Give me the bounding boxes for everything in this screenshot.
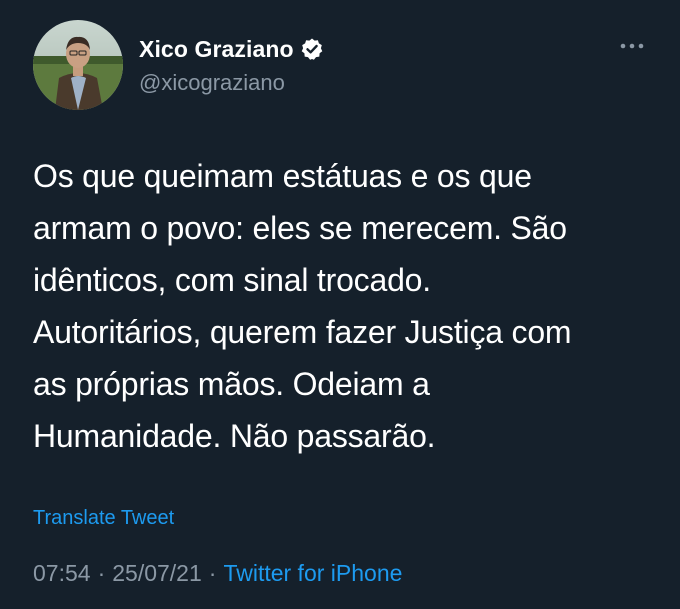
tweet-source-link[interactable]: Twitter for iPhone <box>223 560 402 587</box>
tweet-text-line: idênticos, com sinal trocado. <box>33 262 431 298</box>
tweet-text-line: Humanidade. Não passarão. <box>33 418 436 454</box>
tweet-time[interactable]: 07:54 <box>33 560 91 587</box>
author-handle[interactable]: @xicograziano <box>139 70 285 96</box>
translate-tweet-link[interactable]: Translate Tweet <box>33 507 174 530</box>
avatar[interactable] <box>33 20 123 110</box>
verified-badge-icon <box>300 37 324 61</box>
tweet-text-line: Os que queimam estátuas e os que <box>33 158 532 194</box>
tweet-metadata: 07:54 · 25/07/21 · Twitter for iPhone <box>33 560 402 587</box>
more-options-icon[interactable] <box>617 36 647 56</box>
metadata-separator: · <box>208 560 217 586</box>
tweet-text-line: armam o povo: eles se merecem. São <box>33 210 567 246</box>
author-name-row[interactable]: Xico Graziano <box>139 34 324 64</box>
metadata-separator: · <box>97 560 106 586</box>
author-display-name[interactable]: Xico Graziano <box>139 36 294 63</box>
tweet-card: Xico Graziano @xicograziano Os que queim… <box>0 0 680 609</box>
tweet-text-line: as próprias mãos. Odeiam a <box>33 366 430 402</box>
tweet-text: Os que queimam estátuas e os que armam o… <box>33 150 653 462</box>
tweet-text-line: Autoritários, querem fazer Justiça com <box>33 314 572 350</box>
tweet-date[interactable]: 25/07/21 <box>112 560 202 587</box>
avatar-photo <box>33 20 123 110</box>
